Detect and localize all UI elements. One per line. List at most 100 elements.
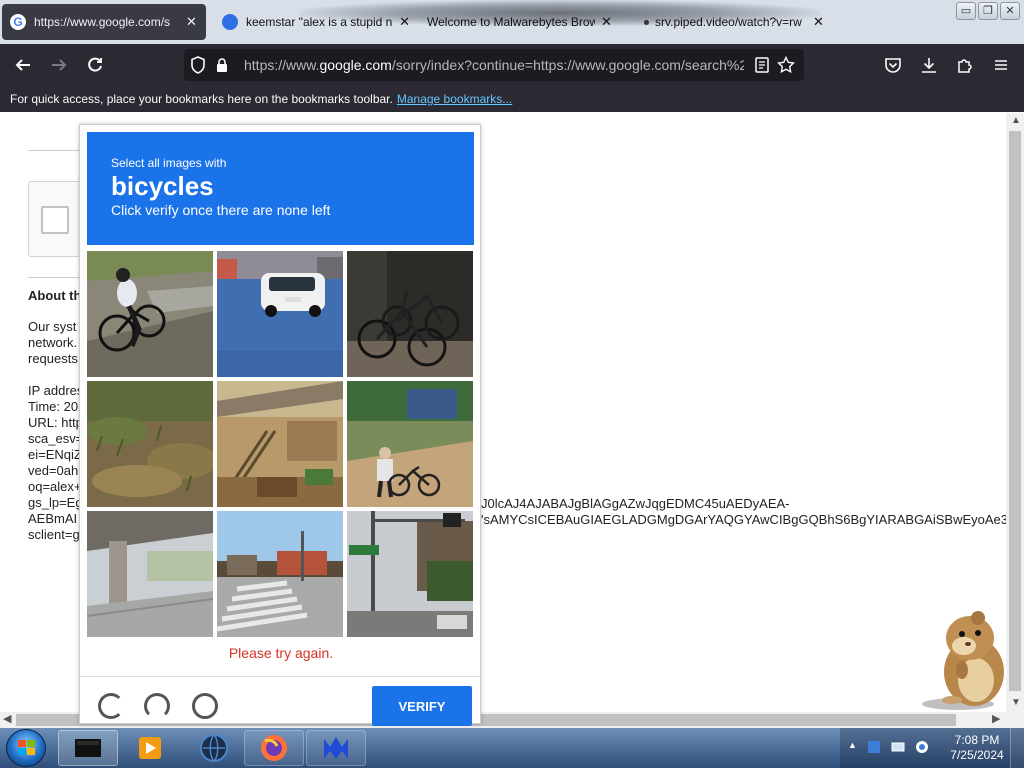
tab-label: srv.piped.video/watch?v=rw — [655, 15, 802, 29]
captcha-header: Select all images with bicycles Click ve… — [87, 132, 474, 245]
captcha-footer-divider — [80, 676, 482, 677]
captcha-tile-white-car[interactable] — [217, 251, 343, 377]
captcha-image-grid — [87, 251, 474, 638]
tab-google-sorry[interactable]: G https://www.google.com/s ✕ — [2, 4, 206, 40]
captcha-tile-person-with-bicycle[interactable] — [347, 381, 473, 507]
url-params-line-1: J0lcAJ4AJABAJgBlAGgAZwJqgEDMC45uAEDyAEA- — [481, 496, 790, 511]
captcha-subinstruction: Click verify once there are none left — [111, 202, 331, 218]
shield-tray-icon[interactable] — [867, 740, 881, 754]
captcha-error-message: Please try again. — [228, 645, 334, 661]
captcha-tile-traffic-light-street[interactable] — [347, 511, 473, 637]
lock-icon[interactable] — [210, 53, 234, 77]
audio-challenge-icon[interactable] — [144, 693, 170, 719]
bookmark-star-icon[interactable] — [774, 53, 798, 77]
close-tab-icon[interactable]: ✕ — [399, 14, 410, 30]
maximize-button[interactable]: ❐ — [978, 2, 998, 20]
close-tab-icon[interactable]: ✕ — [601, 14, 612, 30]
navigation-bar: https://www.google.com/sorry/index?conti… — [0, 44, 1024, 86]
captcha-challenge-popup: Select all images with bicycles Click ve… — [79, 124, 482, 726]
tab-malwarebytes[interactable]: Welcome to Malwarebytes Brow ✕ — [422, 4, 622, 40]
tab-label: https://www.google.com/s — [34, 15, 171, 29]
reload-button[interactable] — [80, 50, 110, 80]
recaptcha-checkbox[interactable] — [41, 206, 69, 234]
system-tray: ▲ 7:08 PM 7/25/2024 — [840, 728, 1024, 768]
scroll-up-icon[interactable]: ▲ — [1011, 115, 1021, 126]
minimize-button[interactable]: ▭ — [956, 2, 976, 20]
captcha-tile-overpass-walkway[interactable] — [87, 511, 213, 637]
about-heading: About th — [28, 288, 82, 303]
reader-view-icon[interactable] — [750, 53, 774, 77]
taskbar-app-malwarebytes[interactable] — [306, 730, 366, 766]
back-button[interactable] — [8, 50, 38, 80]
taskbar-app-black-box[interactable] — [58, 730, 118, 766]
hamburger-menu-icon — [995, 60, 1007, 70]
firefox-icon — [261, 735, 287, 761]
globe-icon — [200, 734, 228, 762]
captcha-tile-cyclist-on-road[interactable] — [87, 251, 213, 377]
close-tab-icon[interactable]: ✕ — [186, 14, 197, 30]
tab-piped-video[interactable]: srv.piped.video/watch?v=rw ✕ — [644, 4, 828, 40]
scroll-right-icon[interactable]: ▶ — [992, 712, 1000, 725]
manage-bookmarks-link[interactable]: Manage bookmarks... — [397, 92, 512, 106]
windows-logo-icon — [18, 740, 35, 755]
captcha-tile-parked-bicycles[interactable] — [347, 251, 473, 377]
downloads-button[interactable] — [914, 50, 944, 80]
taskbar-app-globe-browser[interactable] — [184, 730, 244, 766]
shield-icon[interactable] — [186, 53, 210, 77]
url-text[interactable]: https://www.google.com/sorry/index?conti… — [244, 57, 744, 73]
forward-arrow-icon — [52, 59, 67, 71]
scroll-down-icon[interactable]: ▼ — [1011, 697, 1021, 708]
kick-icon — [222, 14, 238, 30]
menu-button[interactable] — [986, 50, 1016, 80]
clock-time: 7:08 PM — [954, 733, 1000, 747]
vertical-scroll-thumb[interactable] — [1009, 131, 1021, 691]
captcha-instruction: Select all images with — [111, 156, 227, 170]
google-icon: G — [10, 14, 26, 30]
tab-label: Welcome to Malwarebytes Brow — [427, 15, 595, 29]
reload-challenge-icon[interactable] — [98, 693, 124, 719]
download-icon — [922, 58, 936, 73]
toolbar-right — [878, 50, 1016, 80]
scroll-corner — [1006, 712, 1024, 728]
tray-icons: ▲ — [848, 740, 929, 754]
system-clock[interactable]: 7:08 PM 7/25/2024 — [942, 733, 1012, 763]
pocket-icon — [885, 58, 901, 73]
close-window-button[interactable]: ✕ — [1000, 2, 1020, 20]
extensions-button[interactable] — [950, 50, 980, 80]
tab-keemstar[interactable]: keemstar "alex is a stupid nig ✕ — [214, 4, 410, 40]
url-path: /sorry/index?continue=https://www.google… — [391, 57, 744, 73]
taskbar-app-media-player[interactable] — [120, 730, 180, 766]
puzzle-icon — [958, 59, 972, 73]
captcha-target-object: bicycles — [111, 171, 214, 201]
captcha-tile-crosswalk[interactable] — [217, 511, 343, 637]
url-bar[interactable]: https://www.google.com/sorry/index?conti… — [184, 49, 804, 81]
hamster-mascot — [922, 611, 1004, 710]
bookmarks-toolbar: For quick access, place your bookmarks h… — [0, 86, 1024, 112]
close-tab-icon[interactable]: ✕ — [813, 14, 824, 30]
forward-button[interactable] — [44, 50, 74, 80]
black-box-app-icon — [75, 739, 101, 757]
scroll-left-icon[interactable]: ◀ — [3, 712, 11, 725]
start-button[interactable] — [6, 729, 46, 767]
captcha-tile-overgrown-ground[interactable] — [87, 381, 213, 507]
network-icon[interactable] — [891, 740, 905, 754]
info-icon[interactable] — [192, 693, 218, 719]
show-desktop-button[interactable] — [1010, 728, 1024, 768]
window-controls: ▭ ❐ ✕ — [956, 2, 1020, 20]
pocket-button[interactable] — [878, 50, 908, 80]
tab-strip: G https://www.google.com/s ✕ keemstar "a… — [0, 0, 1024, 44]
clock-date: 7/25/2024 — [950, 748, 1004, 762]
url-prefix: https://www. — [244, 57, 320, 73]
reload-icon — [88, 57, 102, 72]
captcha-tile-house-stairs[interactable] — [217, 381, 343, 507]
bookmarks-message: For quick access, place your bookmarks h… — [10, 92, 393, 106]
dot-icon — [644, 19, 649, 25]
verify-button[interactable]: VERIFY — [372, 686, 472, 726]
volume-icon[interactable] — [915, 740, 929, 754]
malwarebytes-icon — [324, 737, 348, 759]
back-arrow-icon — [15, 59, 30, 71]
taskbar-app-firefox[interactable] — [244, 730, 304, 766]
media-player-icon — [139, 737, 161, 759]
show-hidden-icons-icon[interactable]: ▲ — [848, 740, 857, 754]
url-host: google.com — [319, 57, 392, 73]
